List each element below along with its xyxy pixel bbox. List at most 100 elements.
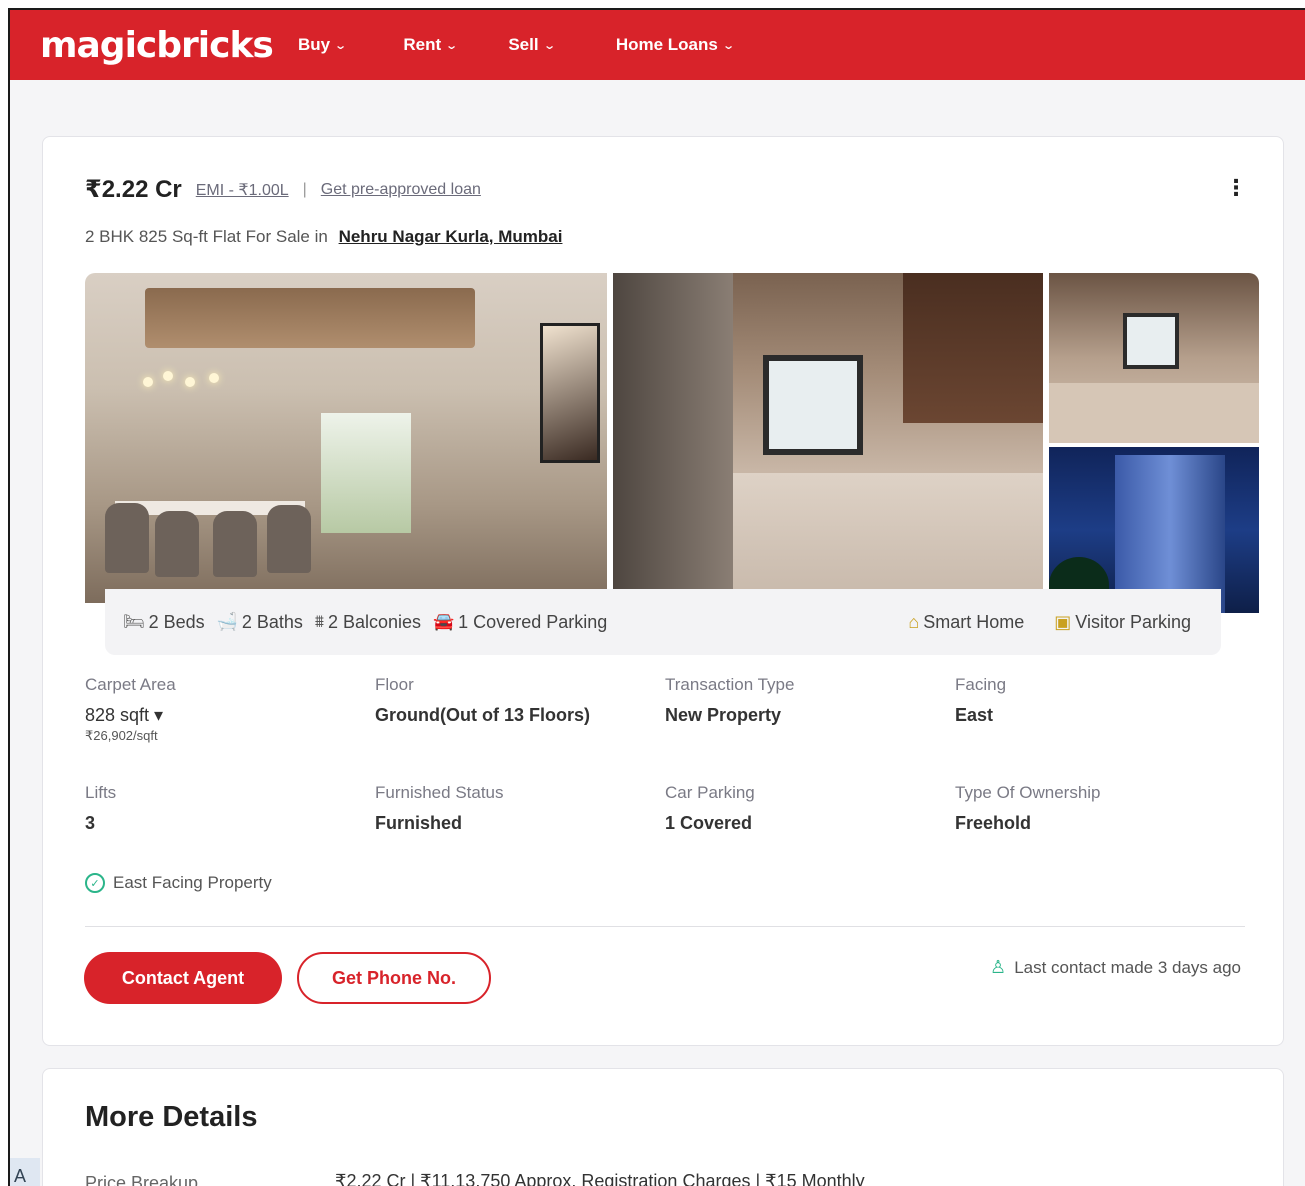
emi-link[interactable]: EMI - ₹1.00L [196,180,289,200]
contact-agent-button[interactable]: Contact Agent [84,952,282,1004]
spec-value: Furnished [375,813,463,833]
east-facing-tag: ✓ East Facing Property [85,873,272,893]
more-details-card: More Details Price Breakup ₹2.22 Cr | ₹1… [42,1068,1284,1186]
highlight-amenities: ⌂ Smart Home ▣ Visitor Parking [908,612,1203,633]
nav-buy-label: Buy [298,35,331,54]
chevron-down-icon: ⌄ [445,39,459,52]
property-subtitle: 2 BHK 825 Sq-ft Flat For Sale in Nehru N… [85,227,562,247]
dining-chair [213,511,257,577]
spec-value: East [955,705,994,725]
check-circle-icon: ✓ [85,873,105,893]
wall-art [540,323,600,463]
price-breakup-value: ₹2.22 Cr | ₹11,13,750 Approx. Registrati… [335,1171,865,1186]
spec-floor: Floor Ground(Out of 13 Floors) [375,675,665,726]
balconies-label: 2 Balconies [327,611,421,632]
more-details-title: More Details [85,1101,258,1133]
spec-facing: Facing East [955,675,1245,726]
smart-home-amenity: ⌂ Smart Home [908,612,1024,633]
nav-rent-label: Rent [403,35,442,54]
get-phone-button[interactable]: Get Phone No. [297,952,491,1004]
nav-home-loans-label: Home Loans [615,35,718,54]
spec-label: Transaction Type [665,675,795,694]
kitchen-counter [733,473,1043,603]
top-navbar: magicbricks Buy ⌄ Rent ⌄ Sell ⌄ Home Loa… [10,10,1305,80]
kitchen-counter-2 [1049,383,1259,443]
spec-value[interactable]: 828 sqft ▾ [85,705,375,726]
dining-chair [155,511,199,577]
spec-value: Freehold [955,813,1032,833]
nav-buy[interactable]: Buy ⌄ [298,35,348,55]
bath-icon: 🛁 [216,612,238,631]
price-separator: | [302,180,307,198]
photo-gallery[interactable] [85,273,1259,623]
dining-chair [267,505,311,573]
spec-label: Lifts [85,783,117,802]
nav-home-loans[interactable]: Home Loans ⌄ [615,35,735,55]
east-facing-label: East Facing Property [113,873,272,892]
spec-label: Facing [955,675,1007,694]
kitchen-photo[interactable] [613,273,1043,603]
spec-carpet-area: Carpet Area 828 sqft ▾ ₹26,902/sqft [85,675,375,744]
pendant-light [209,373,219,383]
spec-label: Car Parking [665,783,755,802]
corner-tab[interactable]: A [10,1158,40,1186]
beds-amenity: 🛏 2 Beds [123,612,205,633]
balcony-icon: ⩩ [314,612,324,631]
user-icon: ♙ [990,957,1007,977]
kitchen-window-2 [1123,313,1179,369]
smart-home-icon: ⌂ [908,611,920,632]
spec-value: New Property [665,705,782,725]
property-price: ₹2.22 Cr [85,176,182,203]
price-row: ₹2.22 Cr EMI - ₹1.00L | Get pre-approved… [85,175,481,204]
browser-viewport: magicbricks Buy ⌄ Rent ⌄ Sell ⌄ Home Loa… [8,8,1305,1186]
balconies-amenity: ⩩ 2 Balconies [315,612,421,633]
baths-amenity: 🛁 2 Baths [217,612,303,633]
spec-subvalue: ₹26,902/sqft [85,728,158,743]
baths-label: 2 Baths [241,611,303,632]
dining-chair [105,503,149,573]
pre-approved-loan-link[interactable]: Get pre-approved loan [321,181,481,199]
ceiling-panel [145,288,475,348]
spec-value: 3 [85,813,96,833]
amenities-bar: 🛏 2 Beds 🛁 2 Baths ⩩ 2 Balconies 🚘 1 Cov… [105,589,1221,655]
beds-label: 2 Beds [148,611,205,632]
spec-label: Furnished Status [375,783,504,802]
visitor-parking-label: Visitor Parking [1075,611,1191,632]
smart-home-label: Smart Home [923,611,1025,632]
living-room-photo[interactable] [85,273,607,603]
kitchen-photo-2[interactable] [1049,273,1259,443]
property-card: ₹2.22 Cr EMI - ₹1.00L | Get pre-approved… [42,136,1284,1046]
last-contact-info: ♙ Last contact made 3 days ago [990,957,1241,978]
spec-transaction-type: Transaction Type New Property [665,675,955,726]
visitor-parking-amenity: ▣ Visitor Parking [1054,612,1191,633]
spec-label: Carpet Area [85,675,176,694]
pendant-light [185,377,195,387]
window-view [321,413,411,533]
kitchen-window [763,355,863,455]
price-breakup-label: Price Breakup [85,1173,199,1186]
refrigerator [613,273,733,603]
nav-sell-label: Sell [508,35,539,54]
car-icon: 🚘 [433,612,455,631]
locality-link[interactable]: Nehru Nagar Kurla, Mumbai [339,227,563,246]
parking-label: 1 Covered Parking [458,611,608,632]
nav-sell[interactable]: Sell ⌄ [508,35,555,55]
visitor-parking-icon: ▣ [1054,611,1072,632]
spec-furnished-status: Furnished Status Furnished [375,783,665,834]
spec-label: Floor [375,675,414,694]
spec-ownership-type: Type Of Ownership Freehold [955,783,1245,834]
magicbricks-logo[interactable]: magicbricks [40,25,298,66]
spec-car-parking: Car Parking 1 Covered [665,783,955,834]
chevron-down-icon: ⌄ [722,39,735,52]
spec-value: 1 Covered [665,813,753,833]
last-contact-text: Last contact made 3 days ago [1014,957,1241,977]
nav-rent[interactable]: Rent ⌄ [403,35,459,55]
chevron-down-icon: ⌄ [334,39,348,52]
spec-value: Ground(Out of 13 Floors) [375,705,590,725]
more-options-icon[interactable]: ⋮ [1225,177,1247,199]
spec-lifts: Lifts 3 [85,783,375,834]
property-type-text: 2 BHK 825 Sq-ft Flat For Sale in [85,227,328,246]
pendant-light [163,371,173,381]
parking-amenity: 🚘 1 Covered Parking [433,612,607,633]
pendant-light [143,377,153,387]
